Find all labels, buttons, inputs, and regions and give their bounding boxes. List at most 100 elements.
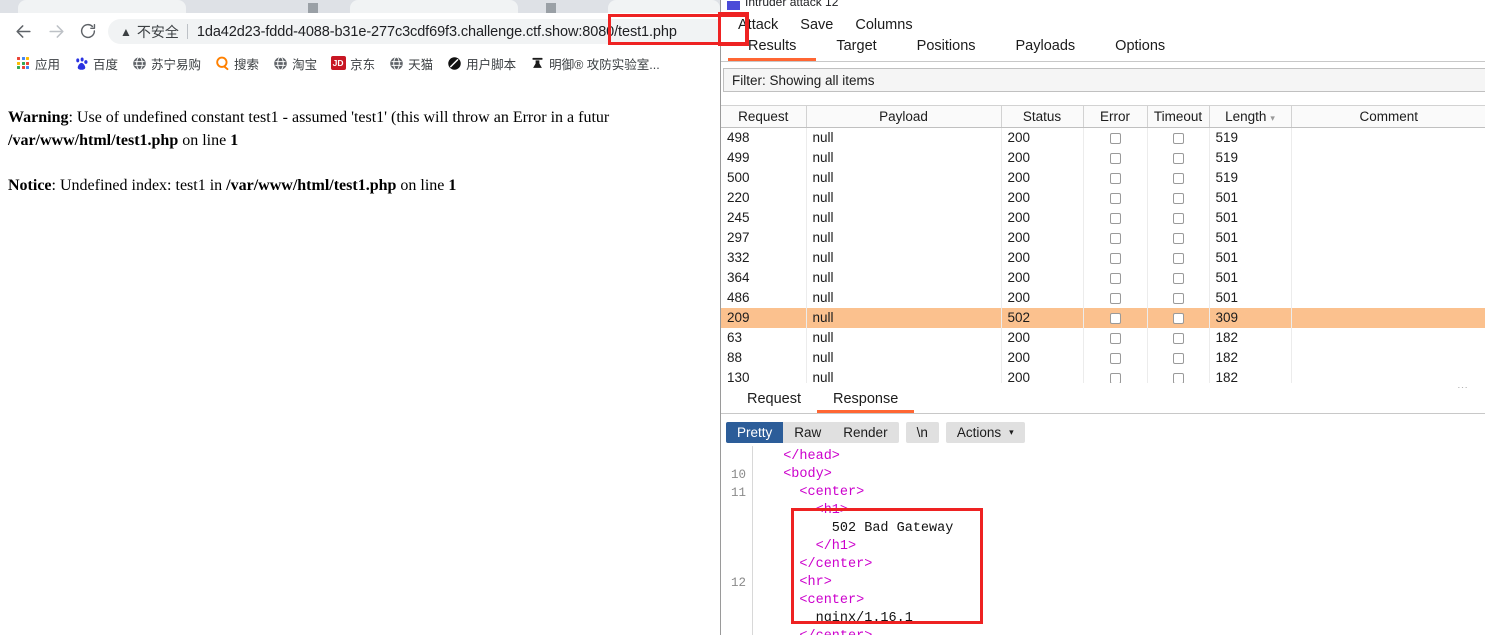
browser-tab-3[interactable] — [608, 0, 720, 13]
checkbox[interactable] — [1172, 292, 1184, 304]
table-row[interactable]: 63 null 200 182 — [721, 327, 1485, 348]
bookmark-lab[interactable]: 明御® 攻防实验室... — [524, 52, 665, 75]
bookmark-suning[interactable]: 苏宁易购 — [126, 52, 206, 75]
tab-payloads[interactable]: Payloads — [996, 37, 1096, 61]
column-header-payload[interactable]: Payload — [806, 105, 1002, 128]
table-row[interactable]: 88 null 200 182 — [721, 347, 1485, 368]
view-render-button[interactable]: Render — [832, 422, 898, 443]
reload-icon[interactable] — [77, 20, 99, 42]
checkbox[interactable] — [1109, 252, 1121, 264]
cell-timeout[interactable] — [1147, 227, 1210, 248]
bookmark-jd[interactable]: JD 京东 — [325, 52, 380, 75]
column-header-comment[interactable]: Comment — [1291, 105, 1485, 128]
cell-error[interactable] — [1083, 207, 1148, 228]
checkbox[interactable] — [1172, 133, 1184, 145]
table-row[interactable]: 499 null 200 519 — [721, 147, 1485, 168]
cell-error[interactable] — [1083, 327, 1148, 348]
checkbox[interactable] — [1172, 372, 1184, 383]
column-header-length[interactable]: Length ▾ — [1209, 105, 1292, 128]
cell-error[interactable] — [1083, 147, 1148, 168]
column-header-error[interactable]: Error — [1083, 105, 1148, 128]
table-row[interactable]: 130 null 200 182 — [721, 367, 1485, 383]
table-row[interactable]: 332 null 200 501 — [721, 247, 1485, 268]
bookmark-baidu[interactable]: 百度 — [68, 52, 123, 75]
cell-timeout[interactable] — [1147, 287, 1210, 308]
table-row[interactable]: 209 null 502 309 — [721, 307, 1485, 328]
tab-options[interactable]: Options — [1095, 37, 1185, 61]
cell-timeout[interactable] — [1147, 167, 1210, 188]
menu-save[interactable]: Save — [790, 15, 843, 35]
cell-error[interactable] — [1083, 267, 1148, 288]
cell-timeout[interactable] — [1147, 247, 1210, 268]
filter-bar[interactable]: Filter: Showing all items — [723, 68, 1485, 92]
checkbox[interactable] — [1172, 312, 1184, 324]
table-row[interactable]: 498 null 200 519 — [721, 127, 1485, 148]
table-row[interactable]: 297 null 200 501 — [721, 227, 1485, 248]
browser-tab-2[interactable] — [350, 0, 518, 13]
menu-attack[interactable]: Attack — [728, 15, 788, 35]
browser-tab-1[interactable] — [18, 0, 186, 13]
bookmark-tmall[interactable]: 天猫 — [383, 52, 438, 75]
checkbox[interactable] — [1172, 172, 1184, 184]
view-raw-button[interactable]: Raw — [783, 422, 832, 443]
table-row[interactable]: 245 null 200 501 — [721, 207, 1485, 228]
newline-toggle-button[interactable]: \n — [905, 421, 939, 443]
cell-error[interactable] — [1083, 287, 1148, 308]
cell-timeout[interactable] — [1147, 147, 1210, 168]
checkbox[interactable] — [1172, 152, 1184, 164]
bookmark-search[interactable]: 搜索 — [209, 52, 264, 75]
checkbox[interactable] — [1172, 192, 1184, 204]
cell-error[interactable] — [1083, 247, 1148, 268]
checkbox[interactable] — [1172, 212, 1184, 224]
checkbox[interactable] — [1109, 312, 1121, 324]
cell-timeout[interactable] — [1147, 367, 1210, 383]
bookmark-apps[interactable]: 应用 — [10, 52, 65, 75]
menu-columns[interactable]: Columns — [845, 15, 922, 35]
tab-results[interactable]: Results — [728, 37, 817, 61]
checkbox[interactable] — [1109, 212, 1121, 224]
address-bar[interactable]: ▲ 不安全 1da42d23-fddd-4088-b31e-277c3cdf69… — [108, 19, 720, 44]
checkbox[interactable] — [1109, 232, 1121, 244]
view-pretty-button[interactable]: Pretty — [726, 421, 784, 443]
cell-error[interactable] — [1083, 307, 1148, 328]
cell-timeout[interactable] — [1147, 187, 1210, 208]
cell-timeout[interactable] — [1147, 347, 1210, 368]
checkbox[interactable] — [1172, 332, 1184, 344]
tab-request[interactable]: Request — [731, 389, 817, 413]
response-viewer[interactable]: 10 11 12 </head> <body> <center> <h1> 502 … — [721, 446, 1485, 635]
cell-error[interactable] — [1083, 127, 1148, 148]
checkbox[interactable] — [1109, 332, 1121, 344]
checkbox[interactable] — [1172, 232, 1184, 244]
checkbox[interactable] — [1109, 352, 1121, 364]
table-row[interactable]: 364 null 200 501 — [721, 267, 1485, 288]
cell-timeout[interactable] — [1147, 267, 1210, 288]
cell-timeout[interactable] — [1147, 127, 1210, 148]
tab-positions[interactable]: Positions — [897, 37, 996, 61]
tab-response[interactable]: Response — [817, 389, 915, 413]
checkbox[interactable] — [1109, 172, 1121, 184]
site-security-status[interactable]: ▲ 不安全 — [120, 22, 179, 42]
cell-timeout[interactable] — [1147, 307, 1210, 328]
checkbox[interactable] — [1109, 152, 1121, 164]
cell-error[interactable] — [1083, 167, 1148, 188]
checkbox[interactable] — [1172, 272, 1184, 284]
column-header-timeout[interactable]: Timeout — [1147, 105, 1210, 128]
forward-arrow-icon[interactable] — [45, 20, 67, 42]
table-row[interactable]: 486 null 200 501 — [721, 287, 1485, 308]
cell-error[interactable] — [1083, 187, 1148, 208]
cell-error[interactable] — [1083, 227, 1148, 248]
cell-timeout[interactable] — [1147, 207, 1210, 228]
checkbox[interactable] — [1172, 352, 1184, 364]
checkbox[interactable] — [1109, 292, 1121, 304]
column-header-status[interactable]: Status — [1001, 105, 1084, 128]
checkbox[interactable] — [1109, 192, 1121, 204]
cell-error[interactable] — [1083, 367, 1148, 383]
bookmark-taobao[interactable]: 淘宝 — [267, 52, 322, 75]
table-row[interactable]: 500 null 200 519 — [721, 167, 1485, 188]
actions-button[interactable]: Actions ▾ — [945, 421, 1025, 443]
checkbox[interactable] — [1109, 372, 1121, 383]
checkbox[interactable] — [1109, 272, 1121, 284]
table-row[interactable]: 220 null 200 501 — [721, 187, 1485, 208]
back-arrow-icon[interactable] — [12, 20, 34, 42]
checkbox[interactable] — [1172, 252, 1184, 264]
